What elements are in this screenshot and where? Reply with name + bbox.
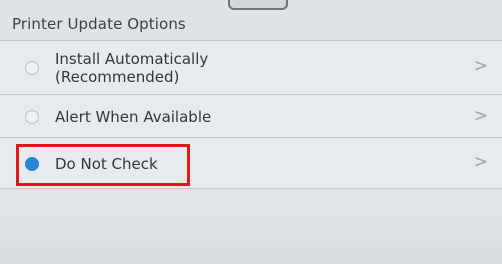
radio-unselected-icon[interactable] — [25, 110, 39, 124]
option-label-line1: Install Automatically — [55, 50, 209, 68]
chevron-right-icon[interactable]: > — [474, 56, 488, 76]
option-label: Alert When Available — [55, 108, 212, 126]
empty-list-area — [0, 190, 502, 264]
option-alert-when-available[interactable]: Alert When Available > — [0, 96, 502, 138]
chevron-right-icon[interactable]: > — [474, 152, 488, 172]
page-title: Printer Update Options — [12, 15, 186, 33]
pull-down-handle[interactable] — [228, 0, 288, 10]
option-install-automatically[interactable]: Install Automatically (Recommended) > — [0, 41, 502, 95]
option-label: Do Not Check — [55, 155, 158, 173]
printer-panel-screen: Printer Update Options Install Automatic… — [0, 0, 502, 264]
chevron-right-icon[interactable]: > — [474, 106, 488, 126]
radio-unselected-icon[interactable] — [25, 61, 39, 75]
option-label: Install Automatically (Recommended) — [55, 50, 208, 86]
option-do-not-check[interactable]: Do Not Check > — [0, 139, 502, 189]
option-label-line2: (Recommended) — [55, 68, 180, 86]
header-bar: Printer Update Options — [0, 0, 502, 41]
radio-selected-icon[interactable] — [25, 157, 39, 171]
